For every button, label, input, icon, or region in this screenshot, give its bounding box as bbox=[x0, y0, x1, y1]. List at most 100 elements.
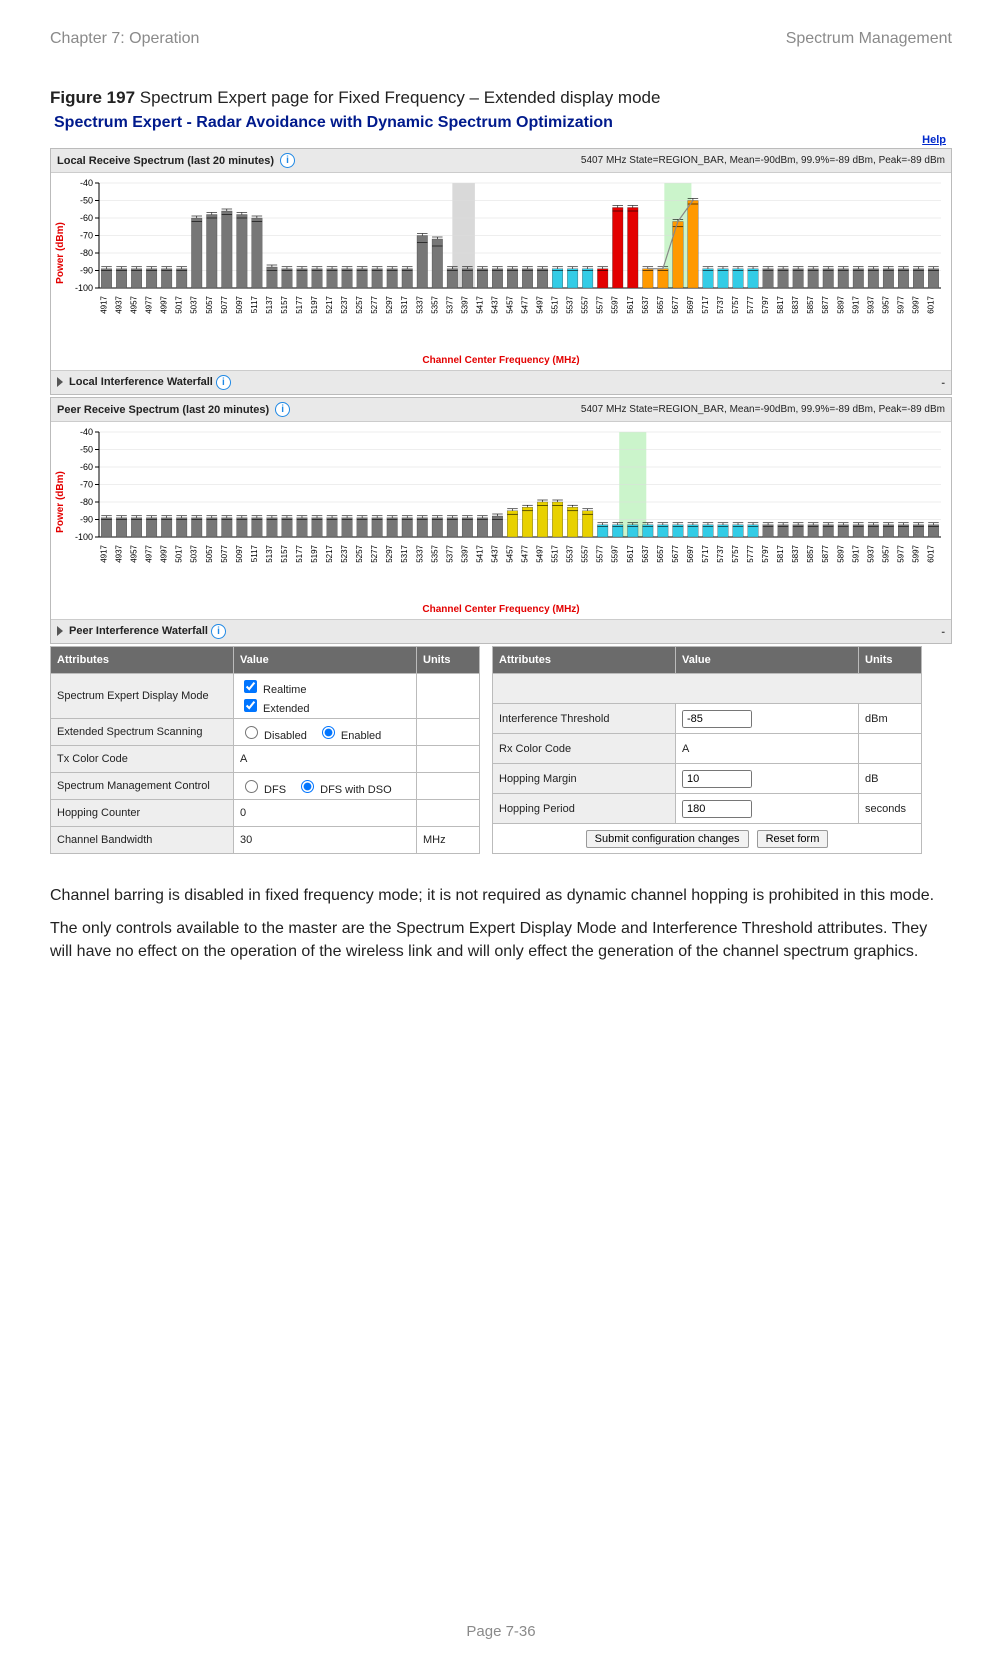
peer-x-axis-title: Channel Center Frequency (MHz) bbox=[51, 602, 951, 619]
svg-text:Power (dBm): Power (dBm) bbox=[55, 222, 66, 284]
svg-text:4957: 4957 bbox=[130, 295, 139, 313]
attributes-left-table: Attributes Value Units Spectrum Expert D… bbox=[50, 646, 480, 854]
expand-icon bbox=[57, 626, 63, 636]
svg-text:5537: 5537 bbox=[566, 295, 575, 313]
svg-text:5357: 5357 bbox=[430, 544, 439, 562]
svg-text:5157: 5157 bbox=[280, 295, 289, 313]
peer-waterfall-label: Peer Interference Waterfall bbox=[69, 625, 208, 637]
attr-value bbox=[676, 704, 859, 734]
attr-value bbox=[676, 794, 859, 824]
svg-text:5637: 5637 bbox=[641, 544, 650, 562]
table-row: Spectrum Management Control DFS DFS with… bbox=[51, 773, 480, 800]
attr-value: A bbox=[676, 734, 859, 764]
help-link[interactable]: Help bbox=[50, 134, 952, 146]
info-icon[interactable]: i bbox=[280, 153, 295, 168]
svg-text:5597: 5597 bbox=[611, 295, 620, 313]
svg-text:-80: -80 bbox=[80, 248, 93, 258]
svg-text:6017: 6017 bbox=[926, 544, 935, 562]
svg-text:5897: 5897 bbox=[836, 295, 845, 313]
attr-value: 30 bbox=[234, 827, 417, 854]
svg-text:5577: 5577 bbox=[596, 295, 605, 313]
extended-checkbox[interactable] bbox=[244, 699, 257, 712]
table-row: Interference ThresholddBm bbox=[493, 704, 922, 734]
svg-text:5377: 5377 bbox=[445, 295, 454, 313]
svg-text:6017: 6017 bbox=[926, 295, 935, 313]
svg-text:5417: 5417 bbox=[475, 295, 484, 313]
svg-text:4997: 4997 bbox=[160, 544, 169, 562]
svg-text:5297: 5297 bbox=[385, 544, 394, 562]
info-icon[interactable]: i bbox=[211, 624, 226, 639]
svg-text:-60: -60 bbox=[80, 462, 93, 472]
svg-text:5557: 5557 bbox=[581, 295, 590, 313]
attr-label: Channel Bandwidth bbox=[51, 827, 234, 854]
svg-text:5737: 5737 bbox=[716, 544, 725, 562]
svg-text:5457: 5457 bbox=[505, 295, 514, 313]
svg-text:5477: 5477 bbox=[521, 295, 530, 313]
svg-text:5477: 5477 bbox=[521, 544, 530, 562]
dfs-with-dso-radio[interactable] bbox=[301, 780, 314, 793]
svg-text:5637: 5637 bbox=[641, 295, 650, 313]
value-input[interactable] bbox=[682, 800, 752, 818]
svg-text:4977: 4977 bbox=[145, 295, 154, 313]
svg-text:5277: 5277 bbox=[370, 295, 379, 313]
dfs-radio[interactable] bbox=[245, 780, 258, 793]
figure-caption: Figure 197 Spectrum Expert page for Fixe… bbox=[50, 88, 952, 108]
svg-text:-70: -70 bbox=[80, 480, 93, 490]
submit-configuration-changes-button[interactable]: Submit configuration changes bbox=[586, 830, 749, 848]
peer-waterfall-header[interactable]: Peer Interference Waterfall i - bbox=[51, 619, 951, 643]
svg-text:5677: 5677 bbox=[671, 544, 680, 562]
svg-text:5397: 5397 bbox=[460, 544, 469, 562]
reset-form-button[interactable]: Reset form bbox=[757, 830, 829, 848]
empty-cell bbox=[493, 674, 922, 704]
col-attributes: Attributes bbox=[51, 647, 234, 674]
realtime-checkbox[interactable] bbox=[244, 680, 257, 693]
value-input[interactable] bbox=[682, 770, 752, 788]
panel-title: Spectrum Expert - Radar Avoidance with D… bbox=[54, 114, 952, 132]
table-row: Extended Spectrum Scanning Disabled Enab… bbox=[51, 719, 480, 746]
col-attributes: Attributes bbox=[493, 647, 676, 674]
svg-text:5117: 5117 bbox=[250, 295, 259, 313]
table-row: Spectrum Expert Display Mode Realtime Ex… bbox=[51, 674, 480, 719]
expand-icon bbox=[57, 377, 63, 387]
svg-text:5457: 5457 bbox=[505, 544, 514, 562]
disabled-radio[interactable] bbox=[245, 726, 258, 739]
table-row: Tx Color CodeA bbox=[51, 746, 480, 773]
svg-text:5317: 5317 bbox=[400, 295, 409, 313]
svg-text:5877: 5877 bbox=[821, 544, 830, 562]
svg-text:-100: -100 bbox=[75, 532, 93, 542]
local-waterfall-header[interactable]: Local Interference Waterfall i - bbox=[51, 370, 951, 394]
svg-text:5537: 5537 bbox=[566, 544, 575, 562]
svg-text:5777: 5777 bbox=[746, 544, 755, 562]
attr-value: DFS DFS with DSO bbox=[234, 773, 417, 800]
svg-text:5177: 5177 bbox=[295, 295, 304, 313]
svg-text:5937: 5937 bbox=[866, 544, 875, 562]
svg-text:-90: -90 bbox=[80, 266, 93, 276]
svg-text:5737: 5737 bbox=[716, 295, 725, 313]
svg-text:-50: -50 bbox=[80, 196, 93, 206]
svg-text:5177: 5177 bbox=[295, 544, 304, 562]
attr-units: seconds bbox=[859, 794, 922, 824]
info-icon[interactable]: i bbox=[275, 402, 290, 417]
enabled-radio[interactable] bbox=[322, 726, 335, 739]
chapter-label: Chapter 7: Operation bbox=[50, 30, 199, 48]
attr-label: Interference Threshold bbox=[493, 704, 676, 734]
svg-text:5977: 5977 bbox=[896, 544, 905, 562]
attr-label: Tx Color Code bbox=[51, 746, 234, 773]
local-waterfall-label: Local Interference Waterfall bbox=[69, 376, 213, 388]
svg-text:5037: 5037 bbox=[190, 295, 199, 313]
svg-text:-90: -90 bbox=[80, 515, 93, 525]
svg-text:5517: 5517 bbox=[551, 544, 560, 562]
svg-text:5017: 5017 bbox=[175, 544, 184, 562]
svg-text:5517: 5517 bbox=[551, 295, 560, 313]
local-panel-title: Local Receive Spectrum (last 20 minutes) bbox=[57, 155, 274, 167]
value-input[interactable] bbox=[682, 710, 752, 728]
svg-text:-40: -40 bbox=[80, 178, 93, 188]
svg-text:5137: 5137 bbox=[265, 295, 274, 313]
figure-label: Figure 197 bbox=[50, 88, 135, 107]
attr-value bbox=[676, 764, 859, 794]
section-label: Spectrum Management bbox=[786, 30, 952, 48]
info-icon[interactable]: i bbox=[216, 375, 231, 390]
svg-text:5437: 5437 bbox=[490, 295, 499, 313]
svg-text:5917: 5917 bbox=[851, 295, 860, 313]
table-row bbox=[493, 674, 922, 704]
